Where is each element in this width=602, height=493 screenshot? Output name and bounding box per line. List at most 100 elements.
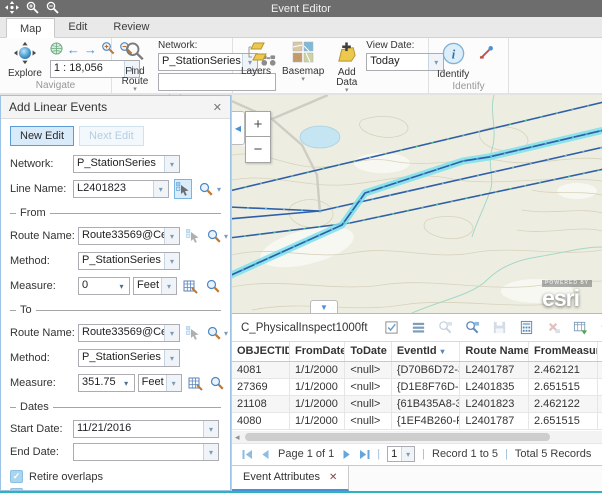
first-page-button[interactable] [242,449,253,460]
map-zoom-out-button[interactable]: − [245,137,271,163]
last-page-button[interactable] [359,449,370,460]
back-icon[interactable]: ← [67,43,80,56]
retire-overlaps-checkbox[interactable]: ✓ Retire overlaps [10,470,221,483]
start-date-combo[interactable]: 11/21/2016 ▾ [73,420,219,438]
find-route-button[interactable]: Find Route ▾ [117,40,153,94]
select-records-icon[interactable] [384,319,399,337]
tab-edit[interactable]: Edit [55,17,100,37]
zoom-to-route-icon[interactable] [206,323,222,343]
column-header[interactable]: FromDate [290,342,345,361]
explore-button[interactable]: Explore [5,40,45,80]
column-header[interactable]: FromMeasure [529,342,598,361]
identify-route-icon[interactable] [477,43,495,61]
from-measure-combo[interactable]: 0 ▾ [78,277,130,295]
table-row[interactable]: 40801/1/2000<null>{1EF4B260-F0L24017872.… [232,412,602,429]
derived-measure-icon[interactable] [182,276,199,296]
checkbox-checked-icon[interactable]: ✓ [10,470,23,483]
zoom-in-icon[interactable] [26,1,39,17]
table-row[interactable]: 40811/1/2000<null>{D70B6D72-3L24017872.4… [232,361,602,378]
next-edit-button[interactable]: Next Edit [79,126,144,146]
table-scroll-area[interactable]: OBJECTIDFromDateToDateEventId▾Route Name… [232,341,602,430]
select-route-on-map-icon[interactable] [185,323,201,343]
chevron-down-icon[interactable]: ▾ [161,278,176,294]
close-icon[interactable]: ✕ [329,472,337,483]
end-date-label: End Date: [10,446,73,458]
group-contents: Layers Basemap ▾ Add Data ▾ View Date: T… [233,38,429,93]
show-selected-records-icon[interactable] [411,319,426,337]
derived-measure-icon[interactable] [187,373,204,393]
network-combo[interactable]: P_StationSeries ▾ [73,155,180,173]
scrollbar-thumb[interactable] [245,433,550,441]
tab-review[interactable]: Review [100,17,162,37]
basemap-button[interactable]: Basemap ▾ [279,40,327,84]
collapse-table-button[interactable]: ▼ [310,300,338,313]
to-method-combo[interactable]: P_StationSeries ▾ [78,349,180,367]
select-line-on-map-icon[interactable] [174,179,192,199]
tab-map[interactable]: Map [6,18,55,38]
record-total: Total 5 Records [515,448,591,460]
from-unit-combo[interactable]: Feet ▾ [133,277,177,295]
collapse-panel-button[interactable]: ◀ [232,111,245,145]
export-records-icon[interactable] [573,319,588,337]
field-calculator-icon[interactable] [519,319,534,337]
map-view[interactable]: ◀ + − ▼ POWERED BY esri [232,95,602,313]
chevron-down-icon[interactable]: ▾ [164,350,179,366]
select-route-on-map-icon[interactable] [185,226,201,246]
chevron-down-icon[interactable]: ▾ [401,447,414,461]
to-measure-combo[interactable]: 351.75 ▾ [78,374,135,392]
layers-button[interactable]: Layers [238,40,274,78]
chevron-down-icon[interactable]: ▾ [166,375,181,391]
from-method-combo[interactable]: P_StationSeries ▾ [78,252,180,270]
globe-icon[interactable] [50,42,63,58]
zoom-out-icon[interactable] [46,1,59,17]
new-edit-button[interactable]: New Edit [10,126,74,146]
zoom-to-selected-icon[interactable] [438,319,453,337]
delete-selected-icon[interactable] [546,319,561,337]
from-route-name-combo[interactable]: Route33569@Centr ▾ [78,227,180,245]
column-header[interactable]: OBJECTID [232,342,290,361]
chevron-down-icon[interactable]: ▾ [224,232,228,241]
chevron-down-icon[interactable]: ▾ [164,156,179,172]
chevron-down-icon[interactable]: ▾ [164,228,179,244]
zoom-to-measure-icon[interactable] [204,276,221,296]
chevron-down-icon[interactable]: ▾ [203,444,218,460]
column-header[interactable]: ToMeasure [597,342,602,361]
table-row[interactable]: 211081/1/2000<null>{61B435A8-32L24018232… [232,395,602,412]
identify-button[interactable]: i Identify [434,40,472,81]
chevron-down-icon[interactable]: ▾ [203,421,218,437]
forward-icon[interactable]: → [84,43,97,56]
close-icon[interactable]: ✕ [213,101,222,114]
chevron-down-icon[interactable]: ▾ [217,185,221,194]
horizontal-scrollbar[interactable]: ◂ [232,431,602,443]
prev-page-button[interactable] [260,449,271,460]
zoom-to-measure-icon[interactable] [209,373,225,393]
table-toolbar: C_PhysicalInspect1000ft AZ [232,314,602,341]
chevron-down-icon[interactable]: ▾ [119,375,134,391]
chevron-down-icon[interactable]: ▾ [224,329,228,338]
zoom-to-line-icon[interactable] [197,179,215,199]
chevron-down-icon[interactable]: ▾ [153,181,168,197]
merge-coincident-checkbox[interactable]: ✓ Merge coincident events [10,488,221,490]
pan-icon[interactable] [5,1,19,17]
chevron-down-icon[interactable]: ▾ [164,325,179,341]
line-name-combo[interactable]: L2401823 ▾ [73,180,169,198]
table-row[interactable]: 273691/1/2000<null>{D1E8F76D-FL24018352.… [232,378,602,395]
pan-to-selected-icon[interactable] [465,319,480,337]
checkbox-checked-icon[interactable]: ✓ [10,488,23,490]
scroll-left-icon[interactable]: ◂ [235,431,240,443]
add-data-button[interactable]: Add Data ▾ [332,40,361,95]
next-page-button[interactable] [341,449,352,460]
chevron-down-icon[interactable]: ▾ [164,253,179,269]
tab-event-attributes[interactable]: Event Attributes ✕ [232,466,349,491]
to-route-name-combo[interactable]: Route33569@Centr ▾ [78,324,180,342]
column-header[interactable]: Route Name [460,342,529,361]
chevron-down-icon[interactable]: ▾ [114,278,129,294]
map-zoom-in-button[interactable]: + [245,111,271,137]
column-header[interactable]: EventId▾ [391,342,460,361]
save-edits-icon[interactable] [492,319,507,337]
column-header[interactable]: ToDate [345,342,391,361]
end-date-combo[interactable]: ▾ [73,443,219,461]
to-unit-combo[interactable]: Feet ▾ [138,374,182,392]
zoom-to-route-icon[interactable] [206,226,222,246]
page-number-combo[interactable]: 1 ▾ [387,446,415,462]
